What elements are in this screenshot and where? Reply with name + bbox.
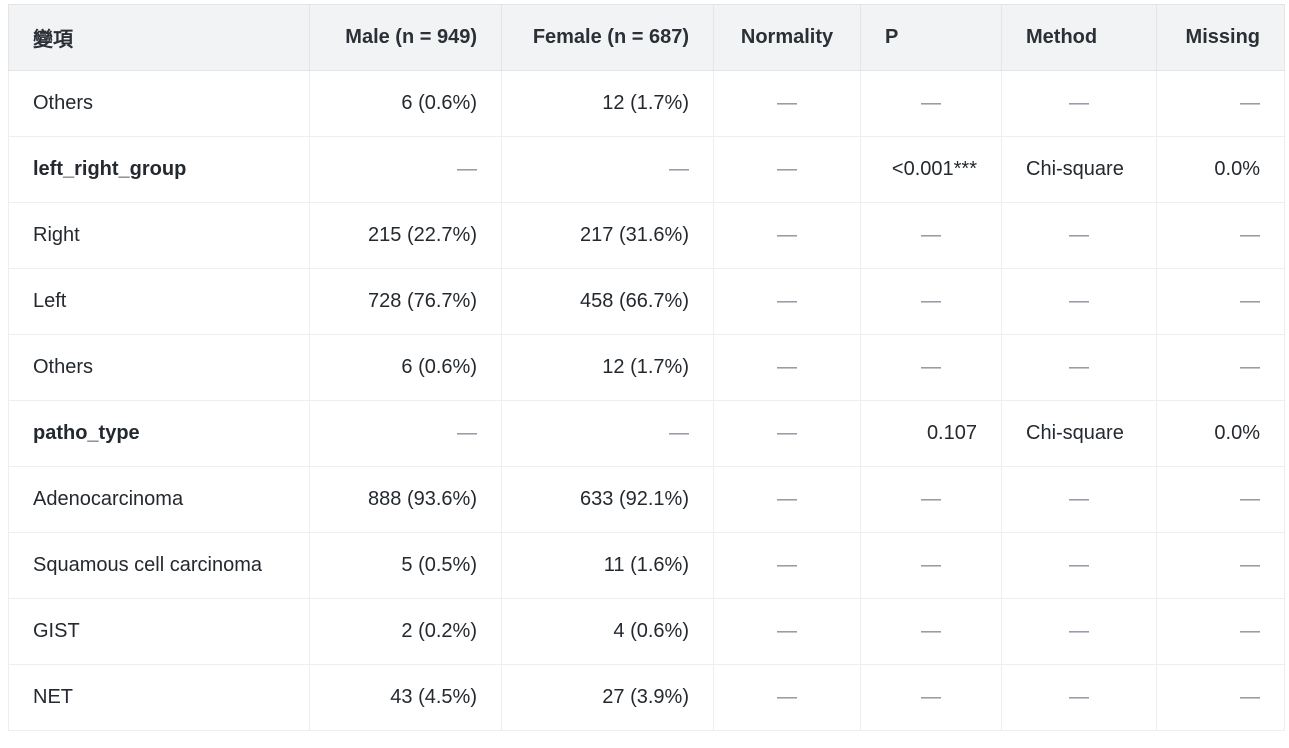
- p-value-cell: —: [860, 268, 1002, 335]
- header-female: Female (n = 687): [501, 4, 714, 71]
- variable-cell: left_right_group: [8, 136, 310, 203]
- table-row: patho_type — — —0.107 Chi-square 0.0%: [8, 400, 1285, 467]
- header-normality: Normality: [713, 4, 861, 71]
- male-cell: 728 (76.7%): [309, 268, 502, 335]
- table-row: Right 215 (22.7%) 217 (31.6%) — — — —: [8, 202, 1285, 269]
- normality-cell: —: [713, 202, 861, 269]
- p-value-cell: —: [860, 598, 1002, 665]
- p-value-cell: —: [860, 202, 1002, 269]
- female-cell: —: [501, 136, 714, 203]
- male-cell: —: [309, 400, 502, 467]
- female-cell: 4 (0.6%): [501, 598, 714, 665]
- header-p: P: [860, 4, 1002, 71]
- variable-cell: GIST: [8, 598, 310, 665]
- normality-cell: —: [713, 466, 861, 533]
- p-value-cell: 0.107: [860, 400, 1002, 467]
- p-value-cell: —: [860, 466, 1002, 533]
- table-row: Adenocarcinoma 888 (93.6%) 633 (92.1%) — — — —: [8, 466, 1285, 533]
- results-table-container: 變項 Male (n = 949) Female (n = 687) Norma…: [8, 4, 1285, 731]
- normality-cell: —: [713, 598, 861, 665]
- method-cell: —: [1001, 70, 1157, 137]
- p-value-cell: <0.001***: [860, 136, 1002, 203]
- variable-cell: Squamous cell carcinoma: [8, 532, 310, 599]
- method-cell: —: [1001, 598, 1157, 665]
- method-cell: —: [1001, 664, 1157, 731]
- male-cell: 888 (93.6%): [309, 466, 502, 533]
- table-row: Others 6 (0.6%) 12 (1.7%) — — — —: [8, 70, 1285, 137]
- table-row: NET 43 (4.5%) 27 (3.9%) — — — —: [8, 664, 1285, 731]
- variable-cell: Adenocarcinoma: [8, 466, 310, 533]
- table-header-row: 變項 Male (n = 949) Female (n = 687) Norma…: [8, 4, 1285, 71]
- p-value-cell: —: [860, 532, 1002, 599]
- table-body: Others 6 (0.6%) 12 (1.7%) — — — — left_right_gr…: [8, 70, 1285, 731]
- male-cell: 6 (0.6%): [309, 334, 502, 401]
- variable-cell: NET: [8, 664, 310, 731]
- normality-cell: —: [713, 70, 861, 137]
- female-cell: 27 (3.9%): [501, 664, 714, 731]
- normality-cell: —: [713, 532, 861, 599]
- missing-cell: —: [1156, 202, 1285, 269]
- table-row: left_right_group — — — <0.001*** Chi-square 0.…: [8, 136, 1285, 203]
- female-cell: 11 (1.6%): [501, 532, 714, 599]
- missing-cell: —: [1156, 268, 1285, 335]
- p-value-cell: —: [860, 334, 1002, 401]
- missing-cell: —: [1156, 70, 1285, 137]
- normality-cell: —: [713, 334, 861, 401]
- missing-cell: 0.0%: [1156, 400, 1285, 467]
- male-cell: —: [309, 136, 502, 203]
- missing-cell: —: [1156, 466, 1285, 533]
- normality-cell: —: [713, 664, 861, 731]
- male-cell: 5 (0.5%): [309, 532, 502, 599]
- table-row: Left 728 (76.7%) 458 (66.7%) — — — —: [8, 268, 1285, 335]
- missing-cell: —: [1156, 664, 1285, 731]
- male-cell: 6 (0.6%): [309, 70, 502, 137]
- method-cell: —: [1001, 532, 1157, 599]
- method-cell: —: [1001, 202, 1157, 269]
- variable-cell: Others: [8, 70, 310, 137]
- normality-cell: —: [713, 268, 861, 335]
- p-value-cell: —: [860, 70, 1002, 137]
- header-method: Method: [1001, 4, 1157, 71]
- table-row: Others 6 (0.6%) 12 (1.7%) — — — —: [8, 334, 1285, 401]
- missing-cell: —: [1156, 598, 1285, 665]
- p-value-cell: —: [860, 664, 1002, 731]
- header-missing: Missing: [1156, 4, 1285, 71]
- missing-cell: 0.0%: [1156, 136, 1285, 203]
- missing-cell: —: [1156, 532, 1285, 599]
- method-cell: —: [1001, 466, 1157, 533]
- results-table: 變項 Male (n = 949) Female (n = 687) Norma…: [8, 4, 1285, 731]
- method-cell: —: [1001, 334, 1157, 401]
- female-cell: 12 (1.7%): [501, 334, 714, 401]
- variable-cell: Right: [8, 202, 310, 269]
- female-cell: 633 (92.1%): [501, 466, 714, 533]
- male-cell: 215 (22.7%): [309, 202, 502, 269]
- male-cell: 43 (4.5%): [309, 664, 502, 731]
- header-male: Male (n = 949): [309, 4, 502, 71]
- normality-cell: —: [713, 400, 861, 467]
- missing-cell: —: [1156, 334, 1285, 401]
- method-cell: Chi-square: [1001, 400, 1157, 467]
- table-row: GIST 2 (0.2%) 4 (0.6%) — — — —: [8, 598, 1285, 665]
- female-cell: 12 (1.7%): [501, 70, 714, 137]
- variable-cell: Left: [8, 268, 310, 335]
- variable-cell: patho_type: [8, 400, 310, 467]
- normality-cell: —: [713, 136, 861, 203]
- table-row: Squamous cell carcinoma 5 (0.5%) 11 (1.6%)…: [8, 532, 1285, 599]
- female-cell: —: [501, 400, 714, 467]
- method-cell: Chi-square: [1001, 136, 1157, 203]
- header-variable: 變項: [8, 4, 310, 71]
- method-cell: —: [1001, 268, 1157, 335]
- variable-cell: Others: [8, 334, 310, 401]
- female-cell: 217 (31.6%): [501, 202, 714, 269]
- male-cell: 2 (0.2%): [309, 598, 502, 665]
- female-cell: 458 (66.7%): [501, 268, 714, 335]
